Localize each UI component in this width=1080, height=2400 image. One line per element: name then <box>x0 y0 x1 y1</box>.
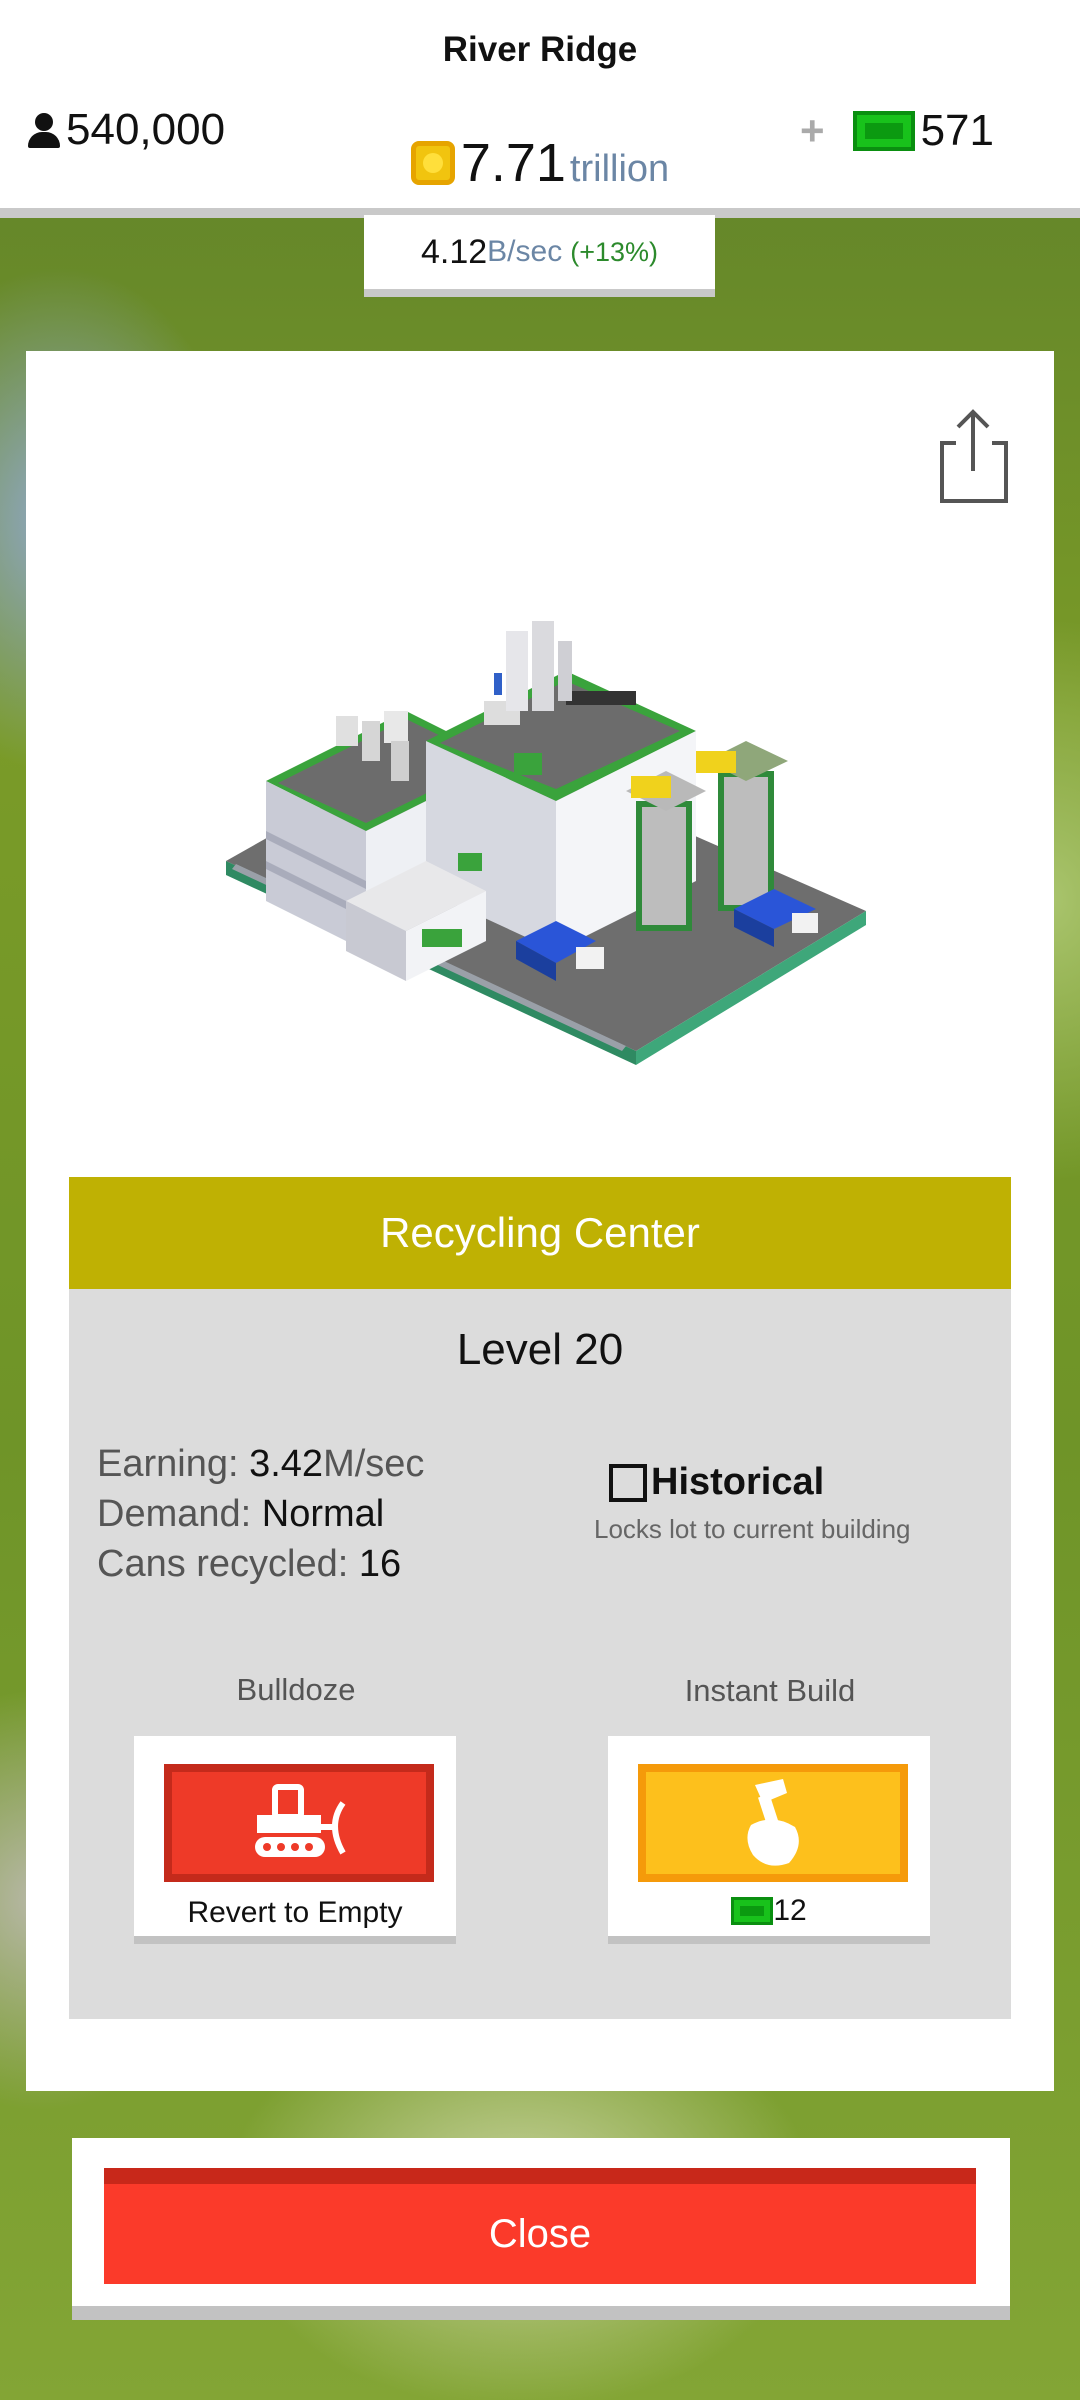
bulldoze-caption: Revert to Empty <box>187 1896 403 1929</box>
income-value: 4.12 <box>420 232 488 271</box>
income-rate-tab: 4.12 B/sec (+13%) <box>364 215 715 297</box>
cash-value: 571 <box>920 106 994 155</box>
bulldozer-icon <box>255 1784 346 1857</box>
historical-label: Historical <box>651 1461 825 1503</box>
building-level: Level 20 <box>456 1325 624 1374</box>
cans-recycled-label: Cans recycled: <box>97 1543 359 1585</box>
income-change: (+13%) <box>570 236 658 267</box>
earning-unit: M/sec <box>323 1443 425 1485</box>
cash-icon <box>852 111 915 151</box>
demand-value: Normal <box>261 1493 385 1535</box>
bulldoze-heading: Bulldoze <box>236 1672 356 1707</box>
instant-build-cost: 12 <box>608 1894 930 1928</box>
recycling-center-image <box>226 621 866 1065</box>
coin-icon <box>410 141 455 185</box>
money-unit: trillion <box>569 148 670 190</box>
instant-build-button[interactable] <box>638 1764 908 1882</box>
earning-label: Earning: <box>97 1443 250 1485</box>
earning-stat: Earning: 3.42M/sec <box>97 1439 424 1489</box>
close-bar: Close <box>72 2138 1010 2320</box>
historical-checkbox[interactable] <box>609 1463 647 1502</box>
demand-stat: Demand: Normal <box>97 1489 424 1539</box>
cans-recycled-value: 16 <box>358 1543 402 1585</box>
share-icon[interactable] <box>934 407 1012 505</box>
instant-build-card[interactable]: 12 <box>608 1736 930 1944</box>
building-name: Recycling Center <box>380 1209 700 1256</box>
building-title-banner: Recycling Center <box>69 1177 1011 1289</box>
city-name[interactable]: River Ridge <box>0 30 1080 70</box>
cans-recycled-stat: Cans recycled: 16 <box>97 1539 424 1589</box>
plus-icon[interactable]: + <box>800 107 825 155</box>
money-value: 7.71 <box>460 133 566 193</box>
instant-build-cost-value: 12 <box>773 1894 807 1927</box>
historical-toggle[interactable]: Historical Locks lot to current building <box>594 1461 911 1545</box>
bulldoze-button[interactable] <box>164 1764 434 1882</box>
instant-build-heading: Instant Build <box>684 1673 856 1708</box>
cash-icon <box>731 1897 774 1925</box>
cash-display[interactable]: + 571 <box>800 106 994 156</box>
building-stats: Earning: 3.42M/sec Demand: Normal Cans r… <box>97 1439 424 1589</box>
demand-label: Demand: <box>97 1493 262 1535</box>
hammer-icon <box>747 1779 799 1866</box>
top-bar: River Ridge 540,000 7.71 trillion + 571 <box>0 0 1080 218</box>
income-unit: B/sec <box>487 235 563 268</box>
close-button[interactable]: Close <box>104 2168 976 2284</box>
historical-description: Locks lot to current building <box>594 1514 911 1544</box>
bulldoze-card[interactable]: Revert to Empty <box>134 1736 456 1944</box>
earning-value: 3.42 <box>249 1443 324 1485</box>
